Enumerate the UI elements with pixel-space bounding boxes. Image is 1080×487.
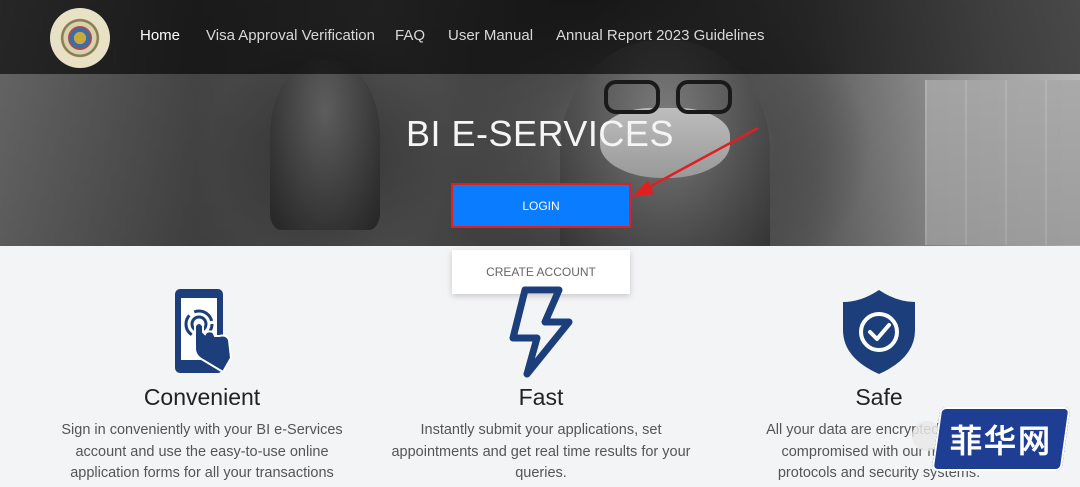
nav-annual-report[interactable]: Annual Report 2023 Guidelines: [556, 27, 764, 44]
nav-user-manual[interactable]: User Manual: [448, 27, 533, 44]
page-title: BI E-SERVICES: [406, 113, 674, 154]
feature-title: Fast: [518, 384, 564, 410]
shield-check-icon: [843, 290, 915, 374]
feature-convenient: Convenient Sign in conveniently with you…: [37, 286, 367, 485]
nav-faq[interactable]: FAQ: [395, 27, 425, 44]
feature-description: Instantly submit your applications, set …: [391, 422, 691, 481]
feature-fast: Fast Instantly submit your applications,…: [376, 286, 706, 485]
feature-title: Convenient: [143, 384, 261, 410]
bureau-seal-logo[interactable]: [50, 8, 110, 68]
nav-home[interactable]: Home: [140, 27, 180, 44]
login-button[interactable]: LOGIN: [451, 183, 631, 228]
touch-phone-icon: [175, 289, 233, 374]
watermark-text: 菲华网: [949, 422, 1052, 460]
feature-description: Sign in conveniently with your BI e-Serv…: [61, 422, 343, 481]
annotation-arrow-icon: [632, 126, 759, 197]
nav-visa-approval-verification[interactable]: Visa Approval Verification: [206, 27, 375, 44]
lightning-icon: [509, 286, 573, 378]
top-navbar: Home Visa Approval Verification FAQ User…: [0, 0, 1080, 74]
watermark: 菲华网: [912, 407, 1072, 471]
